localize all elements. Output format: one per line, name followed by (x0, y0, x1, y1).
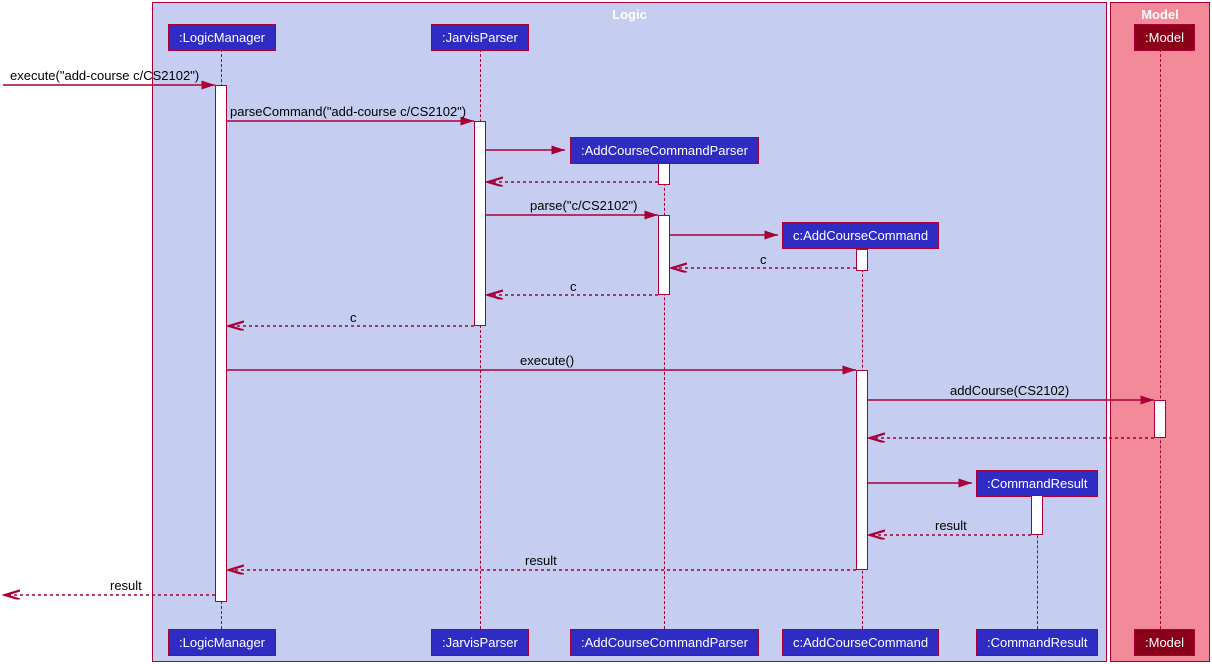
frame-logic-label: Logic (153, 3, 1106, 24)
participant-addparser-bot: :AddCourseCommandParser (570, 629, 759, 656)
activation-addcmd-exec (856, 370, 868, 570)
msg-addcourse: addCourse(CS2102) (950, 383, 1069, 398)
participant-jarvisparser-bot: :JarvisParser (431, 629, 529, 656)
activation-addparser-create (658, 163, 670, 185)
participant-model-bot: :Model (1134, 629, 1195, 656)
activation-cmdresult (1031, 495, 1043, 535)
activation-jarvisparser (474, 121, 486, 326)
msg-result-3: result (110, 578, 142, 593)
msg-c-2: c (570, 279, 577, 294)
participant-addcmd-top: c:AddCourseCommand (782, 222, 939, 249)
participant-addcmd-bot: c:AddCourseCommand (782, 629, 939, 656)
participant-jarvisparser-top: :JarvisParser (431, 24, 529, 51)
msg-result-2: result (525, 553, 557, 568)
activation-addparser-parse (658, 215, 670, 295)
lifeline-model (1160, 49, 1161, 629)
msg-execute2: execute() (520, 353, 574, 368)
participant-cmdresult-bot: :CommandResult (976, 629, 1098, 656)
participant-model-top: :Model (1134, 24, 1195, 51)
frame-logic: Logic (152, 2, 1107, 662)
activation-addcmd-create (856, 249, 868, 271)
participant-logicmanager-bot: :LogicManager (168, 629, 276, 656)
msg-result-1: result (935, 518, 967, 533)
activation-logicmanager (215, 85, 227, 602)
frame-model-label: Model (1111, 3, 1209, 24)
activation-model (1154, 400, 1166, 438)
msg-parsecommand: parseCommand("add-course c/CS2102") (230, 104, 466, 119)
msg-c-1: c (760, 252, 767, 267)
msg-execute1: execute("add-course c/CS2102") (10, 68, 199, 83)
msg-c-3: c (350, 310, 357, 325)
msg-parse: parse("c/CS2102") (530, 198, 638, 213)
participant-addparser-top: :AddCourseCommandParser (570, 137, 759, 164)
participant-cmdresult-top: :CommandResult (976, 470, 1098, 497)
participant-logicmanager-top: :LogicManager (168, 24, 276, 51)
